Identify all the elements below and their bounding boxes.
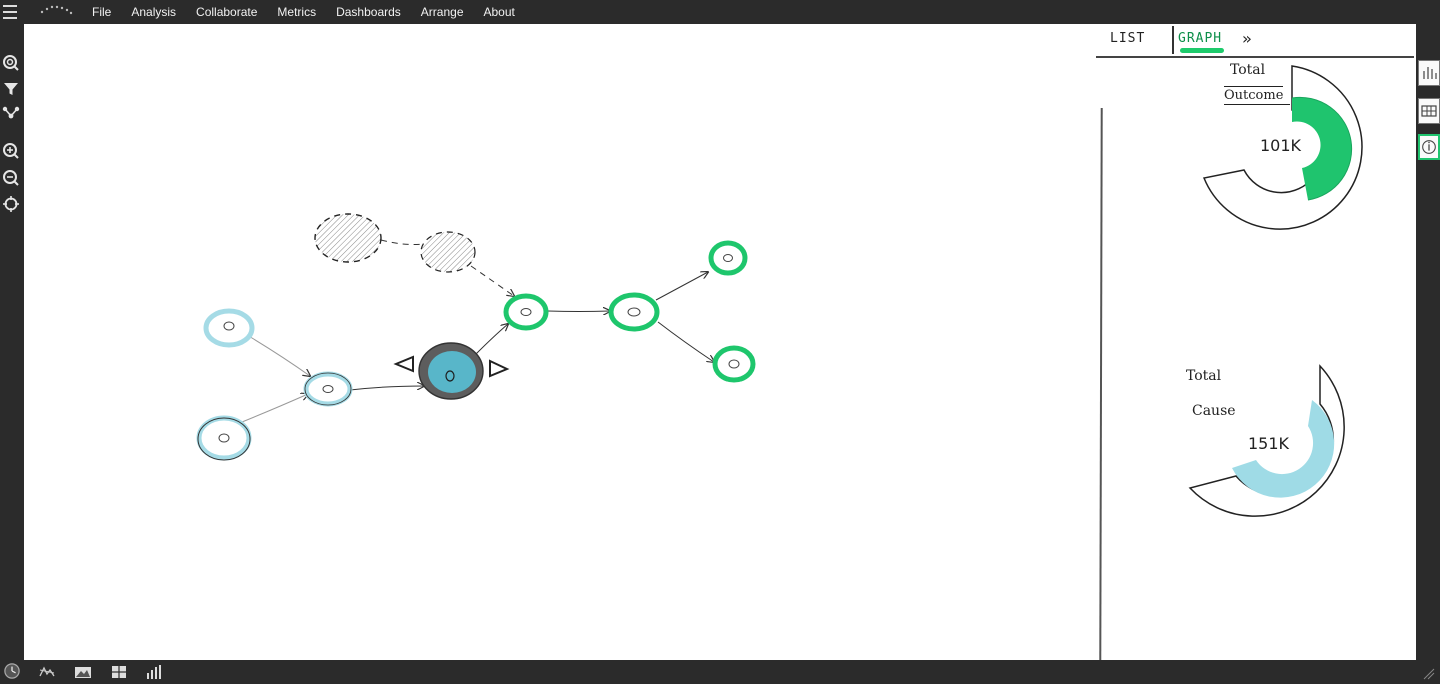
app-logo[interactable] [38, 3, 74, 17]
map-icon[interactable] [38, 664, 56, 680]
more-tabs-button[interactable]: » [1242, 26, 1253, 54]
graph-canvas[interactable]: LIST GRAPH » Total Outcome 101K Total Ca… [24, 24, 1416, 661]
timeline-icon[interactable] [3, 663, 21, 679]
left-toolbar [0, 24, 24, 660]
network-graph[interactable] [24, 24, 1094, 660]
filter-icon[interactable] [2, 80, 20, 98]
next-arrow-icon[interactable] [489, 359, 510, 378]
donut-label: Total [1230, 62, 1266, 78]
menu-file[interactable]: File [82, 5, 121, 19]
donut-label: Total [1186, 368, 1222, 384]
edge [241, 394, 308, 423]
edge [475, 324, 508, 355]
menu-analysis[interactable]: Analysis [121, 5, 186, 19]
donut-label: Outcome [1224, 86, 1284, 103]
label-underline [1224, 104, 1290, 105]
cause-node[interactable] [196, 415, 252, 461]
menu-about[interactable]: About [474, 5, 525, 19]
cause-node[interactable] [303, 371, 353, 407]
menu-dashboards[interactable]: Dashboards [326, 5, 411, 19]
edge [657, 321, 714, 362]
panel-divider [1099, 107, 1103, 661]
zoom-in-icon[interactable] [2, 142, 20, 160]
menu-arrange[interactable]: Arrange [411, 5, 474, 19]
edge [547, 311, 610, 312]
info-icon[interactable] [1418, 134, 1440, 160]
ghost-node[interactable] [420, 231, 476, 273]
tab-list[interactable]: LIST [1108, 26, 1164, 54]
panel-tabs: LIST GRAPH » [1096, 24, 1414, 58]
menu-icon[interactable] [3, 4, 17, 20]
tab-graph-label: GRAPH [1178, 31, 1223, 46]
cause-node[interactable] [203, 308, 255, 348]
image-icon[interactable] [74, 664, 92, 680]
edge [470, 265, 514, 296]
main-menu: File Analysis Collaborate Metrics Dashbo… [82, 0, 525, 24]
outcome-total-value: 101K [1260, 136, 1302, 155]
resize-handle-icon[interactable] [1420, 665, 1438, 681]
top-menu-bar: File Analysis Collaborate Metrics Dashbo… [0, 0, 1440, 24]
share-graph-icon[interactable] [2, 104, 20, 122]
outcome-donut[interactable] [1184, 60, 1384, 250]
selected-node[interactable] [418, 342, 484, 400]
edge [380, 239, 425, 245]
search-node-icon[interactable] [2, 54, 20, 72]
bottom-toolbar [0, 660, 1440, 684]
menu-collaborate[interactable]: Collaborate [186, 5, 267, 19]
bar-chart-icon[interactable] [1418, 60, 1440, 86]
donut-label: Cause [1192, 403, 1236, 419]
outcome-node[interactable] [503, 293, 549, 331]
chart-grid-icon[interactable] [1418, 98, 1440, 124]
histogram-icon[interactable] [144, 664, 162, 680]
summary-panel: LIST GRAPH » Total Outcome 101K Total Ca… [1094, 24, 1416, 661]
ghost-node[interactable] [314, 213, 382, 263]
cause-donut[interactable] [1184, 360, 1384, 550]
recenter-icon[interactable] [2, 195, 20, 213]
edge [655, 272, 708, 301]
cause-total-value: 151K [1248, 434, 1290, 453]
grid-icon[interactable] [110, 664, 128, 680]
zoom-out-icon[interactable] [2, 169, 20, 187]
outcome-node[interactable] [708, 240, 748, 276]
outcome-node[interactable] [608, 292, 660, 332]
menu-metrics[interactable]: Metrics [267, 5, 326, 19]
right-toolbar [1416, 24, 1440, 660]
previous-arrow-icon[interactable] [393, 355, 414, 373]
edge [241, 331, 310, 376]
active-tab-indicator [1180, 48, 1224, 53]
tab-graph[interactable]: GRAPH [1172, 26, 1234, 54]
outcome-node[interactable] [712, 345, 756, 383]
edge [349, 386, 424, 391]
